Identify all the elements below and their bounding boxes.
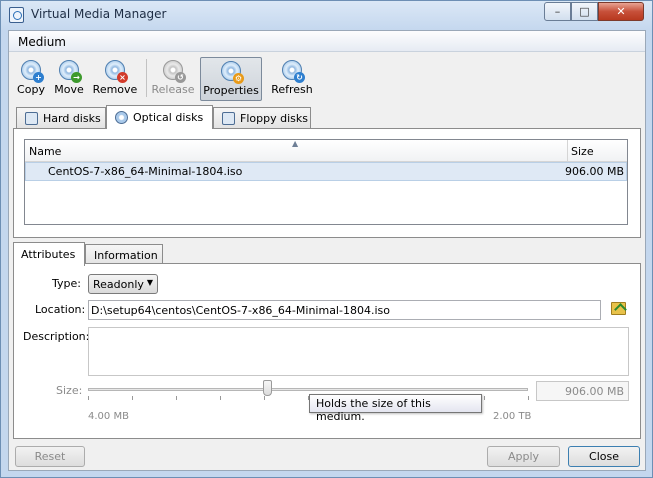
remove-icon: × — [104, 59, 128, 83]
location-field[interactable]: D:\setup64\centos\CentOS-7-x86_64-Minima… — [88, 300, 601, 320]
move-button[interactable]: → Move — [51, 57, 87, 101]
column-header-size[interactable]: Size — [571, 145, 594, 158]
slider-tick — [88, 396, 89, 400]
properties-label: Properties — [203, 84, 259, 97]
release-icon: ↺ — [162, 59, 186, 83]
type-label: Type: — [52, 277, 81, 290]
tab-hard-disks-label: Hard disks — [43, 112, 101, 125]
size-min-label: 4.00 MB — [88, 411, 129, 422]
hard-disk-icon — [25, 112, 38, 125]
optical-disk-icon — [115, 111, 128, 124]
move-icon: → — [58, 59, 82, 83]
list-header: ▲ Name Size — [25, 139, 627, 162]
tab-optical-disks-label: Optical disks — [133, 111, 204, 124]
minimize-button[interactable]: – — [544, 2, 571, 21]
refresh-icon: ↻ — [281, 59, 305, 83]
slider-tick — [528, 396, 529, 400]
toolbar-separator — [146, 59, 147, 97]
refresh-button[interactable]: ↻ Refresh — [268, 57, 316, 101]
slider-tick — [176, 396, 177, 400]
size-label: Size: — [56, 384, 83, 397]
properties-icon: ⚙ — [220, 60, 244, 84]
close-window-button[interactable]: ✕ — [598, 2, 644, 21]
window: Virtual Media Manager – □ ✕ Medium + Cop… — [0, 0, 653, 478]
media-list[interactable]: ▲ Name Size CentOS-7-x86_64-Minimal-1804… — [24, 139, 628, 225]
slider-tick — [220, 396, 221, 400]
title-bar: Virtual Media Manager – □ ✕ — [1, 1, 652, 29]
close-button[interactable]: Close — [568, 446, 640, 467]
size-field[interactable]: 906.00 MB — [536, 381, 629, 401]
apply-button[interactable]: Apply — [487, 446, 560, 467]
menu-medium[interactable]: Medium — [18, 35, 66, 49]
chevron-down-icon: ▼ — [146, 278, 153, 287]
tab-attributes-label: Attributes — [21, 248, 76, 261]
reset-button[interactable]: Reset — [15, 446, 85, 467]
size-slider-handle[interactable] — [263, 380, 273, 396]
refresh-label: Refresh — [271, 83, 313, 96]
slider-tick — [484, 396, 485, 400]
remove-label: Remove — [92, 83, 138, 96]
toolbar: + Copy → Move × Remove ↺ Release ⚙ Prope… — [9, 53, 645, 103]
list-item[interactable]: CentOS-7-x86_64-Minimal-1804.iso 906.00 … — [25, 162, 627, 181]
floppy-disk-icon — [222, 112, 235, 125]
slider-tick — [264, 396, 265, 400]
size-tooltip: Holds the size of this medium. — [309, 394, 482, 423]
slider-tick — [132, 396, 133, 400]
type-dropdown[interactable]: Readonly ▼ — [88, 274, 158, 294]
description-field[interactable] — [88, 327, 629, 376]
sort-ascending-icon: ▲ — [292, 139, 299, 148]
tab-floppy-disks[interactable]: Floppy disks — [213, 107, 311, 129]
description-label: Description: — [23, 330, 90, 343]
tab-information-label: Information — [94, 249, 158, 262]
column-header-name[interactable]: Name — [29, 145, 61, 158]
type-value: Readonly — [93, 278, 144, 291]
size-slider-track[interactable] — [88, 388, 528, 391]
window-title: Virtual Media Manager — [31, 7, 167, 21]
copy-label: Copy — [17, 83, 45, 96]
tab-hard-disks[interactable]: Hard disks — [16, 107, 106, 129]
item-size: 906.00 MB — [564, 165, 624, 178]
location-label: Location: — [35, 303, 86, 316]
maximize-button[interactable]: □ — [571, 2, 598, 21]
tab-optical-disks[interactable]: Optical disks — [106, 105, 213, 129]
item-name: CentOS-7-x86_64-Minimal-1804.iso — [48, 165, 243, 178]
release-label: Release — [151, 83, 195, 96]
size-max-label: 2.00 TB — [493, 411, 532, 422]
tab-attributes[interactable]: Attributes — [13, 242, 85, 266]
column-divider[interactable] — [567, 140, 568, 162]
folder-open-icon[interactable] — [611, 302, 626, 315]
app-icon — [9, 7, 24, 23]
release-button[interactable]: ↺ Release — [151, 57, 195, 101]
move-label: Move — [54, 83, 84, 96]
tab-floppy-disks-label: Floppy disks — [240, 112, 308, 125]
media-list-panel: ▲ Name Size CentOS-7-x86_64-Minimal-1804… — [13, 128, 641, 238]
copy-icon: + — [20, 59, 44, 83]
copy-button[interactable]: + Copy — [13, 57, 49, 101]
menu-bar: Medium — [9, 31, 645, 52]
properties-button[interactable]: ⚙ Properties — [200, 57, 262, 101]
remove-button[interactable]: × Remove — [91, 57, 139, 101]
